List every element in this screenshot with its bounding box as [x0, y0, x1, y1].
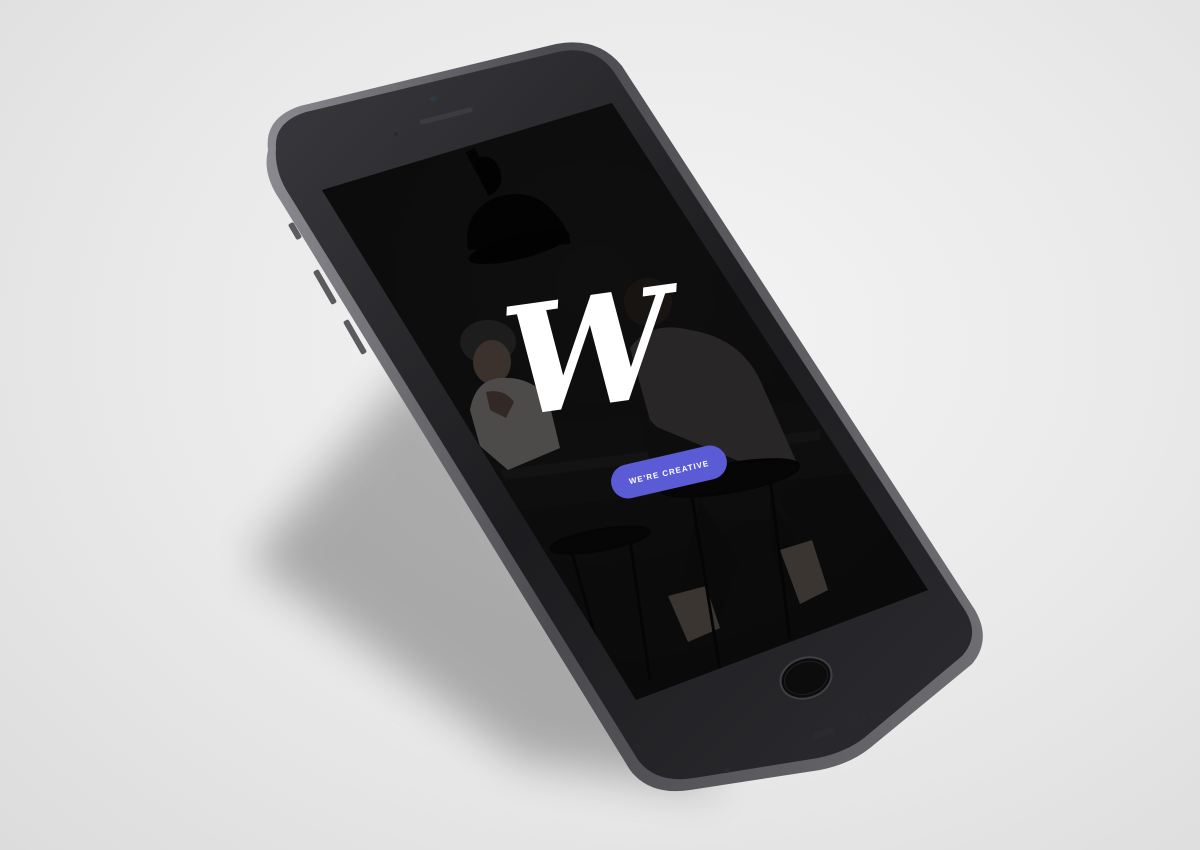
mockup-scene: W WE'RE CREATIVE [0, 0, 1200, 850]
front-camera-icon [429, 96, 437, 102]
phone-mockup: W WE'RE CREATIVE [250, 42, 983, 792]
sensor-icon [394, 132, 398, 136]
